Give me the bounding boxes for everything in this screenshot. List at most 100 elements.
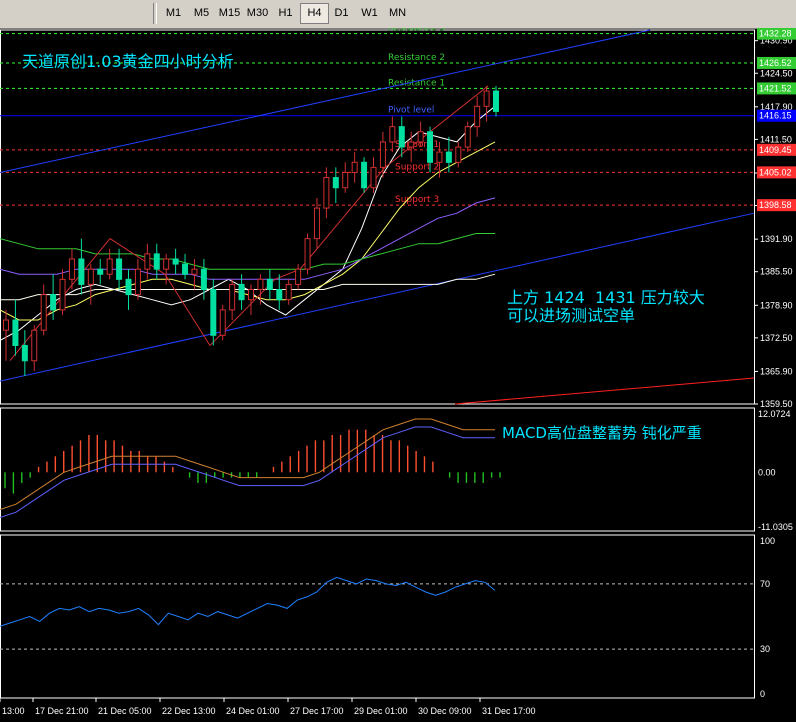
candle-body — [408, 141, 415, 148]
candle-body — [313, 207, 320, 240]
time-axis-label: 21 Dec 05:00 — [98, 706, 152, 716]
macd-signal-line — [0, 418, 495, 510]
price-tag-label: 1421.52 — [759, 83, 792, 93]
candle-body — [398, 126, 405, 148]
candle-body — [266, 278, 273, 291]
price-axis-label: 1385.50 — [760, 267, 793, 277]
candle-body — [285, 283, 292, 301]
macd-main-line — [0, 426, 495, 518]
chart-area: 1430.901424.501417.901411.501404.901398.… — [0, 28, 796, 716]
price-axis-label: 1411.50 — [760, 134, 792, 144]
price-tag-label: 1416.15 — [759, 111, 792, 121]
time-axis-label: 30 Dec 09:00 — [418, 706, 472, 716]
price-tag-label: 1398.58 — [759, 200, 792, 210]
candle-body — [229, 283, 236, 311]
candle-body — [172, 258, 179, 265]
macd-comment: MACD高位盘整蓄势 钝化严重 — [502, 424, 702, 442]
price-tag-label: 1426.52 — [759, 58, 792, 68]
candle-body — [144, 253, 151, 270]
timeframe-button-w1[interactable]: W1 — [356, 4, 383, 23]
timeframe-button-d1[interactable]: D1 — [328, 4, 355, 23]
candle-body — [351, 161, 358, 173]
price-tag-label: 1409.45 — [759, 145, 792, 155]
candle-body — [200, 268, 207, 291]
candle-body — [31, 329, 38, 362]
timeframe-button-m30[interactable]: M30 — [244, 4, 271, 23]
price-tag-label: 1432.28 — [759, 29, 792, 39]
price-axis-label: 1372.50 — [760, 333, 793, 343]
candle-body — [87, 268, 94, 285]
candle-body — [106, 258, 113, 275]
candle-body — [436, 151, 443, 163]
candle-body — [40, 294, 47, 331]
candle-body — [427, 131, 434, 163]
candle-body — [276, 289, 283, 301]
candle-body — [474, 105, 481, 128]
time-axis-label: 17 Dec 21:00 — [35, 706, 89, 716]
candle-body — [248, 289, 254, 301]
timeframe-button-h1[interactable]: H1 — [272, 4, 299, 23]
price-axis-label: 1378.90 — [760, 300, 793, 310]
candle-body — [21, 344, 28, 362]
timeframe-button-mn[interactable]: MN — [384, 4, 411, 23]
candle-body — [191, 268, 198, 275]
candle-body — [370, 166, 377, 189]
candle-body — [78, 258, 85, 285]
level-label: Support 2 — [395, 162, 439, 172]
timeframe-toolbar: M1 M5 M15 M30 H1 H4 D1 W1 MN — [0, 0, 796, 29]
rsi-axis-label: 70 — [760, 579, 770, 589]
candle-body — [342, 171, 349, 189]
candle-body — [295, 268, 302, 285]
time-axis-label: 29 Dec 01:00 — [354, 706, 408, 716]
price-tag-label: 1405.02 — [759, 167, 792, 177]
candle-body — [464, 126, 471, 148]
candle-body — [50, 294, 57, 311]
level-label: Pivot level — [388, 106, 434, 116]
time-axis-label: 13:00 — [2, 706, 25, 716]
macd-axis-label: 0.00 — [758, 467, 776, 477]
candle-body — [219, 309, 226, 336]
candle-body — [483, 90, 490, 107]
candle-body — [445, 151, 452, 163]
candle-body — [3, 319, 9, 331]
candle-body — [332, 177, 339, 189]
level-label: Resistance 2 — [388, 53, 445, 63]
time-axis-label: 22 Dec 13:00 — [162, 706, 216, 716]
candle-body — [361, 161, 368, 189]
level-label: Resistance 3 — [388, 28, 445, 34]
timeframe-button-m5[interactable]: M5 — [188, 4, 215, 23]
candle-body — [455, 146, 462, 163]
candle-body — [153, 253, 160, 270]
candle-body — [97, 268, 104, 275]
price-axis-label: 1424.50 — [760, 68, 793, 78]
rsi-axis-label: 30 — [760, 644, 770, 654]
macd-axis-label: -11.0305 — [758, 522, 793, 532]
candle-body — [210, 289, 217, 336]
candle-body — [257, 278, 264, 291]
price-axis-label: 1391.90 — [760, 234, 793, 244]
time-axis-label: 31 Dec 17:00 — [482, 706, 536, 716]
time-axis-label: 24 Dec 01:00 — [226, 706, 280, 716]
candle-body — [323, 177, 330, 209]
price-axis-label: 1359.50 — [760, 399, 793, 409]
timeframe-button-m15[interactable]: M15 — [216, 4, 243, 23]
rsi-line — [0, 576, 496, 627]
rsi-panel-frame — [0, 534, 755, 699]
candle-body — [125, 278, 132, 296]
candle-body — [12, 319, 19, 346]
candle-body — [304, 238, 311, 270]
zigzag-line — [9, 85, 489, 362]
timeframe-button-h4[interactable]: H4 — [300, 3, 329, 24]
level-label: Resistance 1 — [388, 78, 445, 88]
timeframe-button-m1[interactable]: M1 — [160, 4, 187, 23]
candle-body — [493, 90, 499, 112]
candle-body — [417, 131, 424, 143]
rsi-axis-label: 0 — [760, 689, 765, 699]
time-axis-label: 27 Dec 17:00 — [290, 706, 344, 716]
candle-body — [68, 258, 75, 280]
trend-line-red — [454, 377, 755, 405]
resistance-comment-line2: 可以进场测试空单 — [507, 306, 636, 325]
price-panel-frame — [0, 29, 755, 405]
toolbar-grip — [153, 3, 157, 24]
candle-body — [379, 141, 386, 168]
